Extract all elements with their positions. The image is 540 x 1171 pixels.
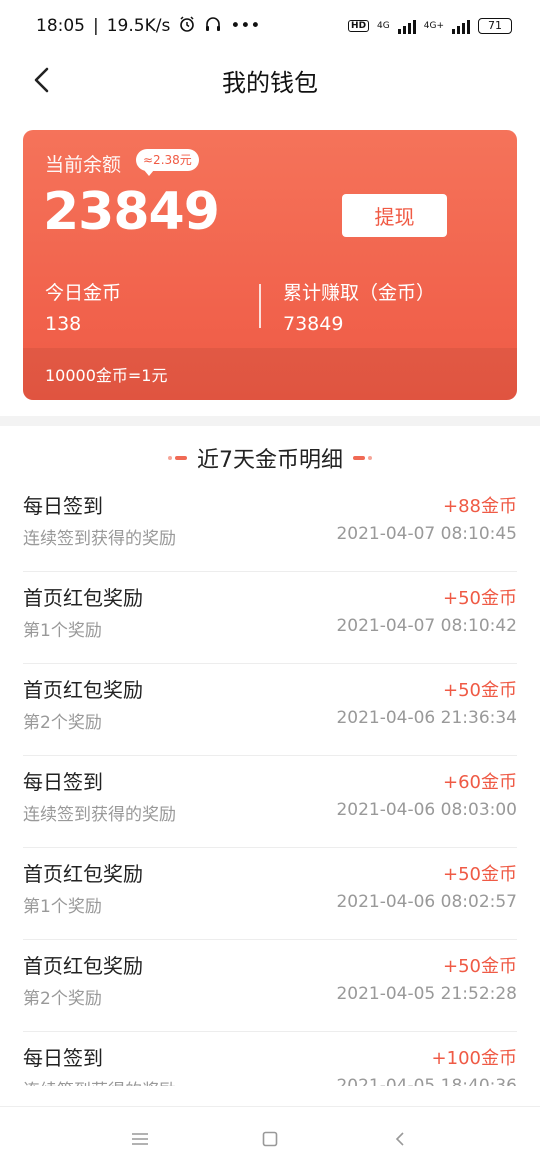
record-subtitle: 连续签到获得的奖励 xyxy=(23,805,176,825)
home-button[interactable] xyxy=(250,1119,290,1159)
list-item[interactable]: 首页红包奖励 第1个奖励 +50金币 2021-04-07 08:10:42 xyxy=(23,572,517,664)
status-bar: 18:05 | 19.5K/s ••• HD 4G 4G+ 71 xyxy=(0,0,540,52)
record-amount: +50金币 xyxy=(443,588,517,609)
record-title: 首页红包奖励 xyxy=(23,862,143,886)
record-subtitle: 第1个奖励 xyxy=(23,897,102,917)
balance-label: 当前余额 xyxy=(45,154,122,176)
more-dots-icon: ••• xyxy=(230,16,261,36)
list-item[interactable]: 首页红包奖励 第1个奖励 +50金币 2021-04-06 08:02:57 xyxy=(23,848,517,940)
record-subtitle: 连续签到获得的奖励 xyxy=(23,529,176,549)
records-scroll[interactable]: 每日签到 连续签到获得的奖励 +88金币 2021-04-07 08:10:45… xyxy=(0,480,540,1086)
approx-badge: ≈2.38元 xyxy=(136,149,199,176)
section-title-text: 近7天金币明细 xyxy=(197,448,343,473)
record-subtitle: 第2个奖励 xyxy=(23,713,102,733)
record-time: 2021-04-07 08:10:45 xyxy=(336,524,517,544)
wallet-card: 当前余额 ≈2.38元 23849 提现 今日金币 138 累计赚取（金币） 7… xyxy=(23,130,517,400)
records-list: 每日签到 连续签到获得的奖励 +88金币 2021-04-07 08:10:45… xyxy=(23,480,517,1086)
record-amount: +88金币 xyxy=(443,496,517,517)
status-right: HD 4G 4G+ 71 xyxy=(348,18,512,34)
total-coins-value: 73849 xyxy=(283,313,344,335)
today-coins-label: 今日金币 xyxy=(45,282,122,304)
today-coins-value: 138 xyxy=(45,313,82,335)
square-icon xyxy=(262,1131,278,1147)
record-title: 首页红包奖励 xyxy=(23,586,143,610)
record-title: 首页红包奖励 xyxy=(23,954,143,978)
record-time: 2021-04-06 21:36:34 xyxy=(336,708,517,728)
today-coins: 今日金币 138 xyxy=(45,278,121,335)
record-time: 2021-04-06 08:02:57 xyxy=(336,892,517,912)
record-time: 2021-04-06 08:03:00 xyxy=(336,800,517,820)
chevron-left-icon xyxy=(34,67,49,93)
total-coins: 累计赚取（金币） 73849 xyxy=(283,278,435,335)
list-item[interactable]: 每日签到 连续签到获得的奖励 +88金币 2021-04-07 08:10:45 xyxy=(23,480,517,572)
list-item[interactable]: 每日签到 连续签到获得的奖励 +60金币 2021-04-06 08:03:00 xyxy=(23,756,517,848)
section-gap xyxy=(0,416,540,426)
stat-divider xyxy=(259,284,261,328)
menu-icon xyxy=(132,1133,148,1145)
record-title: 每日签到 xyxy=(23,494,103,518)
hd-badge: HD xyxy=(348,20,370,32)
record-subtitle: 连续签到获得的奖励 xyxy=(23,1076,176,1086)
battery-icon: 71 xyxy=(478,18,512,34)
record-title: 每日签到 xyxy=(23,1046,103,1070)
back-button[interactable] xyxy=(24,62,60,98)
list-item[interactable]: 首页红包奖励 第2个奖励 +50金币 2021-04-05 21:52:28 xyxy=(23,940,517,1032)
record-amount: +60金币 xyxy=(443,772,517,793)
header: 我的钱包 xyxy=(0,52,540,108)
system-nav-bar xyxy=(0,1106,540,1171)
record-amount: +100金币 xyxy=(431,1048,517,1069)
status-speed: 19.5K/s xyxy=(106,16,171,36)
record-subtitle: 第1个奖励 xyxy=(23,621,102,641)
section-title: 近7天金币明细 xyxy=(0,438,540,478)
signal-icon-1 xyxy=(397,18,416,34)
title-decoration-right xyxy=(353,456,372,460)
page-title: 我的钱包 xyxy=(222,68,318,97)
net1-label: 4G xyxy=(377,21,390,31)
record-title: 首页红包奖励 xyxy=(23,678,143,702)
exchange-rate: 10000金币=1元 xyxy=(23,348,517,400)
menu-button[interactable] xyxy=(120,1119,160,1159)
title-decoration-left xyxy=(168,456,187,460)
record-title: 每日签到 xyxy=(23,770,103,794)
record-subtitle: 第2个奖励 xyxy=(23,989,102,1009)
total-coins-label: 累计赚取（金币） xyxy=(283,282,436,304)
record-time: 2021-04-05 21:52:28 xyxy=(336,984,517,1004)
status-left: 18:05 | 19.5K/s ••• xyxy=(36,15,261,38)
alarm-icon xyxy=(178,15,196,38)
chevron-left-icon xyxy=(395,1132,404,1146)
record-amount: +50金币 xyxy=(443,864,517,885)
balance-value: 23849 xyxy=(43,182,220,242)
withdraw-button[interactable]: 提现 xyxy=(342,194,447,237)
record-amount: +50金币 xyxy=(443,680,517,701)
signal-icon-2 xyxy=(452,18,470,34)
headset-icon xyxy=(204,15,222,38)
status-time: 18:05 xyxy=(36,16,85,36)
list-item[interactable]: 首页红包奖励 第2个奖励 +50金币 2021-04-06 21:36:34 xyxy=(23,664,517,756)
record-time: 2021-04-05 18:40:36 xyxy=(336,1076,517,1086)
net2-label: 4G+ xyxy=(423,21,444,31)
list-item[interactable]: 每日签到 连续签到获得的奖励 +100金币 2021-04-05 18:40:3… xyxy=(23,1032,517,1086)
record-time: 2021-04-07 08:10:42 xyxy=(336,616,517,636)
nav-back-button[interactable] xyxy=(380,1119,420,1159)
record-amount: +50金币 xyxy=(443,956,517,977)
